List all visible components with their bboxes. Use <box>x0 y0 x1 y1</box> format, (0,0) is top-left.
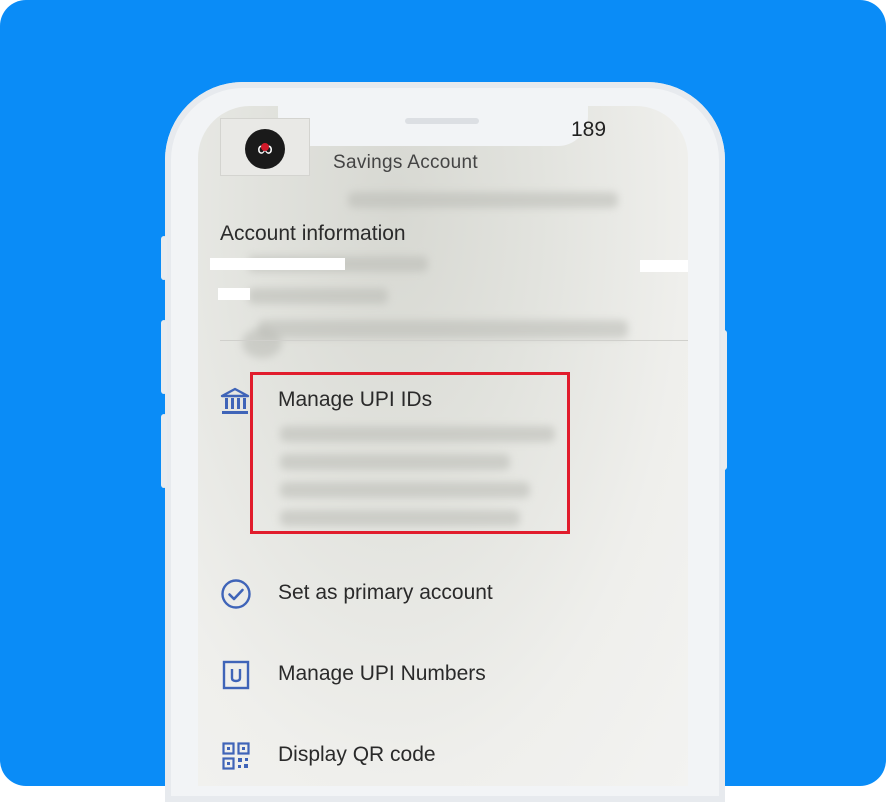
redacted-balance <box>640 260 688 272</box>
bank-icon <box>220 386 250 416</box>
speaker-grille <box>405 118 479 124</box>
qr-code-icon <box>222 742 250 770</box>
highlight-box <box>250 372 570 534</box>
status-time: 189 <box>571 118 607 141</box>
display-qr-code-item[interactable]: Display QR code <box>278 743 436 767</box>
check-circle-icon <box>220 578 252 610</box>
blurred-text <box>258 320 628 338</box>
blurred-text <box>248 288 388 304</box>
phone-side-button <box>161 320 167 394</box>
bank-logo-dot <box>261 143 269 151</box>
manage-upi-numbers-item[interactable]: Manage UPI Numbers <box>278 662 486 686</box>
phone-side-button <box>161 236 167 280</box>
bank-logo: ∞ <box>220 118 310 176</box>
blurred-icon <box>242 328 282 358</box>
phone-power-button <box>721 330 727 470</box>
set-primary-account-item[interactable]: Set as primary account <box>278 581 493 605</box>
blurred-text <box>348 192 618 208</box>
section-divider <box>220 340 688 341</box>
phone-notch <box>278 106 588 146</box>
redacted-name <box>210 258 345 270</box>
redacted-detail <box>218 288 250 300</box>
phone-side-button <box>161 414 167 488</box>
upi-number-icon <box>222 660 250 690</box>
account-info-title: Account information <box>220 222 406 245</box>
account-type-label: Savings Account <box>333 152 478 173</box>
